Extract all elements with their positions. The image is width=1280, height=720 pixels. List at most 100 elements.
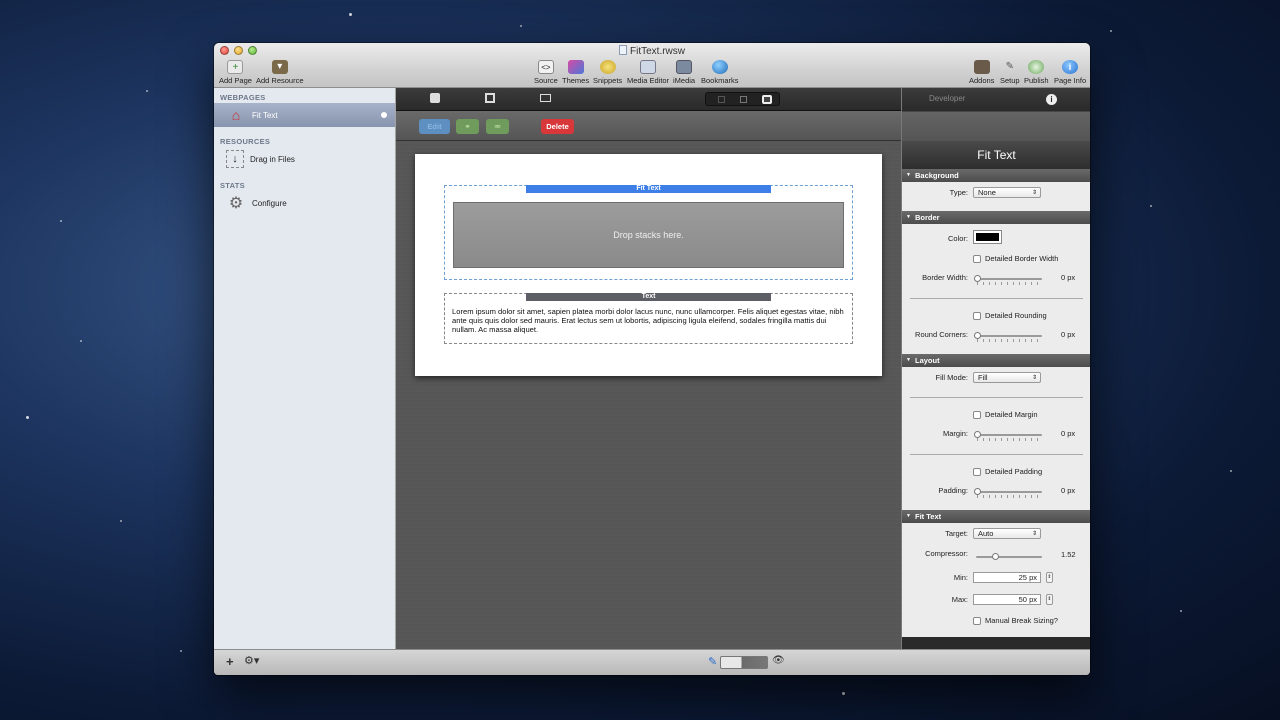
- info-tab-icon[interactable]: i: [1046, 94, 1057, 105]
- tab-developer[interactable]: Developer: [929, 94, 965, 103]
- slider-knob[interactable]: [974, 431, 981, 438]
- layout-section-header[interactable]: Layout: [902, 354, 1090, 367]
- editor-canvas: Edit ⚭ ⚮ Delete Fit Text Drop stacks her…: [396, 88, 901, 649]
- min-size-stepper[interactable]: ⇕: [1046, 572, 1053, 583]
- delete-button[interactable]: Delete: [541, 119, 574, 134]
- max-size-field[interactable]: 50 px: [973, 594, 1041, 605]
- divider: [910, 454, 1083, 455]
- page-info-button[interactable]: i Page Info: [1054, 60, 1086, 85]
- unlink-button[interactable]: ⚮: [486, 119, 509, 134]
- margin-value: 0 px: [1061, 429, 1076, 438]
- inspector-title: Fit Text: [902, 141, 1090, 169]
- detailed-padding-checkbox[interactable]: Detailed Padding: [973, 467, 1042, 476]
- slider-ticks: [977, 495, 1041, 498]
- stacks-view-icon[interactable]: [430, 93, 440, 103]
- max-size-stepper[interactable]: ⇕: [1046, 594, 1053, 605]
- source-button[interactable]: <> Source: [534, 60, 558, 85]
- slider-knob[interactable]: [992, 553, 999, 560]
- edit-preview-toggle[interactable]: [720, 656, 768, 669]
- fit-text-stack-label: Fit Text: [526, 185, 771, 193]
- detailed-margin-checkbox[interactable]: Detailed Margin: [973, 410, 1038, 419]
- compressor-slider[interactable]: [976, 553, 1042, 560]
- round-corners-value: 0 px: [1061, 330, 1076, 339]
- addons-button[interactable]: Addons: [969, 60, 994, 85]
- sidebar-item-fit-text[interactable]: ⌂ Fit Text: [214, 103, 395, 127]
- inspector-bottom-strip: [902, 637, 1090, 649]
- app-window: FitText.rwsw + Add Page ▾ Add Resource <…: [214, 43, 1090, 675]
- text-stack[interactable]: Text Lorem ipsum dolor sit amet, sapien …: [444, 293, 853, 344]
- bottom-bar: + ⚙▾ ✎ 👁: [214, 649, 1090, 675]
- target-popup[interactable]: Auto: [973, 528, 1041, 539]
- compressor-value: 1.52: [1061, 550, 1076, 559]
- detailed-border-width-checkbox[interactable]: Detailed Border Width: [973, 254, 1058, 263]
- image-view-icon[interactable]: [540, 94, 551, 102]
- slider-knob[interactable]: [974, 332, 981, 339]
- resources-heading: RESOURCES: [220, 137, 271, 146]
- home-icon: ⌂: [231, 107, 241, 123]
- min-label: Min:: [953, 573, 968, 582]
- type-label: Type:: [949, 188, 968, 197]
- mode-option-1[interactable]: [718, 96, 725, 103]
- link-icon: ⚭: [464, 122, 471, 131]
- preview-eye-icon[interactable]: 👁: [772, 655, 785, 666]
- publish-icon: [1028, 60, 1045, 74]
- detailed-rounding-checkbox[interactable]: Detailed Rounding: [973, 311, 1047, 320]
- action-gear-icon[interactable]: ⚙▾: [244, 654, 259, 667]
- imedia-button[interactable]: iMedia: [673, 60, 695, 85]
- mode-option-3[interactable]: [762, 95, 772, 104]
- divider: [910, 298, 1083, 299]
- add-page-button[interactable]: + Add Page: [219, 60, 252, 85]
- padding-slider[interactable]: [974, 488, 1042, 495]
- slider-knob[interactable]: [974, 488, 981, 495]
- download-arrow-icon: ↓: [226, 150, 244, 168]
- round-corners-slider[interactable]: [974, 332, 1042, 339]
- border-width-slider[interactable]: [974, 275, 1042, 282]
- background-type-popup[interactable]: None: [973, 187, 1041, 198]
- media-editor-button[interactable]: Media Editor: [627, 60, 669, 85]
- setup-button[interactable]: ✎ Setup: [1000, 60, 1020, 85]
- link-button[interactable]: ⚭: [456, 119, 479, 134]
- publish-button[interactable]: Publish: [1024, 60, 1049, 85]
- add-icon[interactable]: +: [226, 654, 234, 669]
- add-resource-icon: ▾: [271, 60, 288, 74]
- round-corners-label: Round Corners:: [915, 330, 968, 339]
- view-mode-strip: [396, 88, 901, 111]
- lorem-paragraph[interactable]: Lorem ipsum dolor sit amet, sapien plate…: [452, 307, 845, 335]
- edit-mode-pencil-icon[interactable]: ✎: [708, 655, 717, 668]
- padding-label: Padding:: [938, 486, 968, 495]
- border-color-well[interactable]: [973, 230, 1002, 244]
- background-section-header[interactable]: Background: [902, 169, 1090, 182]
- margin-slider[interactable]: [974, 431, 1042, 438]
- gear-icon: ⚙: [228, 195, 244, 212]
- sidebar: WEBPAGES ⌂ Fit Text RESOURCES ↓ Drag in …: [214, 88, 396, 649]
- layout-view-icon[interactable]: [485, 93, 495, 103]
- mode-option-2[interactable]: [740, 96, 747, 103]
- fit-text-section-header[interactable]: Fit Text: [902, 510, 1090, 523]
- snippets-button[interactable]: Snippets: [593, 60, 622, 85]
- mode-segmented-control[interactable]: [705, 92, 780, 106]
- padding-value: 0 px: [1061, 486, 1076, 495]
- sidebar-item-configure[interactable]: ⚙ Configure: [214, 191, 395, 215]
- slider-ticks: [977, 282, 1041, 285]
- border-section-header[interactable]: Border: [902, 211, 1090, 224]
- fill-mode-popup[interactable]: Fill: [973, 372, 1041, 383]
- sidebar-item-drag-in-files[interactable]: ↓ Drag in Files: [214, 147, 395, 171]
- color-swatch: [976, 233, 999, 241]
- divider: [910, 397, 1083, 398]
- themes-button[interactable]: Themes: [562, 60, 589, 85]
- wrench-icon: ✎: [1005, 61, 1014, 72]
- stack-drop-zone[interactable]: Drop stacks here.: [453, 202, 844, 268]
- checkbox-box: [973, 410, 981, 419]
- min-size-field[interactable]: 25 px: [973, 572, 1041, 583]
- edit-button[interactable]: Edit: [419, 119, 450, 134]
- inspector-tabs: Developer i: [902, 88, 1090, 141]
- inspector-panel: Developer i Fit Text Background Type: No…: [901, 88, 1090, 649]
- add-resource-button[interactable]: ▾ Add Resource: [256, 60, 304, 85]
- source-code-icon: <>: [537, 60, 554, 74]
- bookmarks-button[interactable]: Bookmarks: [701, 60, 739, 85]
- manual-break-sizing-checkbox[interactable]: Manual Break Sizing?: [973, 616, 1058, 625]
- unlink-icon: ⚮: [494, 122, 501, 131]
- fit-text-stack[interactable]: Fit Text Drop stacks here.: [444, 185, 853, 280]
- compressor-label: Compressor:: [925, 549, 968, 558]
- slider-knob[interactable]: [974, 275, 981, 282]
